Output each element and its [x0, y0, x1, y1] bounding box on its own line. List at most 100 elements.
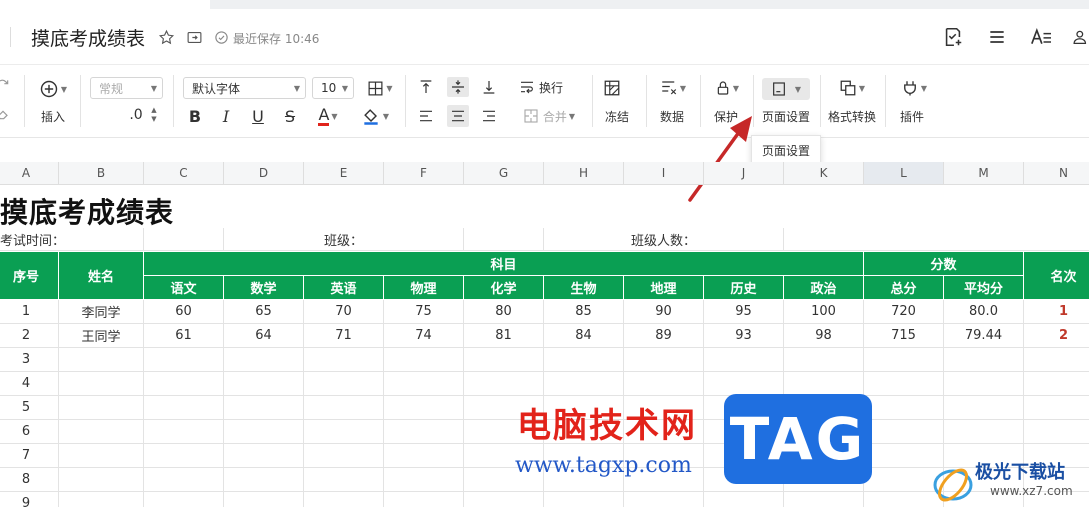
empty-cell[interactable]: [144, 468, 224, 492]
empty-cell[interactable]: [304, 420, 384, 444]
empty-cell[interactable]: [384, 372, 464, 396]
subject-header[interactable]: 生物: [544, 276, 624, 300]
cell[interactable]: [144, 228, 224, 251]
subject-header[interactable]: 语文: [144, 276, 224, 300]
empty-cell[interactable]: [144, 420, 224, 444]
subject-header[interactable]: 数学: [224, 276, 304, 300]
column-header-m[interactable]: M: [944, 162, 1024, 185]
empty-cell[interactable]: [304, 444, 384, 468]
score-cell[interactable]: 90: [624, 300, 704, 324]
empty-cell[interactable]: [624, 348, 704, 372]
borders-button[interactable]: ▼: [363, 77, 397, 99]
score-cell[interactable]: 71: [304, 324, 384, 348]
empty-cell[interactable]: [784, 348, 864, 372]
italic-button[interactable]: I: [216, 105, 236, 127]
align-right-button[interactable]: [479, 105, 499, 127]
underline-button[interactable]: U: [248, 105, 268, 127]
row-no[interactable]: 5: [0, 396, 59, 420]
row-no[interactable]: 4: [0, 372, 59, 396]
sheet-title[interactable]: 摸底考成绩表: [0, 191, 174, 231]
empty-cell[interactable]: [784, 372, 864, 396]
score-cell[interactable]: 100: [784, 300, 864, 324]
empty-cell[interactable]: [59, 420, 144, 444]
number-format-select[interactable]: 常规 ▼: [90, 77, 163, 99]
eraser-icon[interactable]: [0, 105, 12, 123]
empty-cell[interactable]: [59, 348, 144, 372]
score-cell[interactable]: 61: [144, 324, 224, 348]
column-header-f[interactable]: F: [384, 162, 464, 185]
score-cell[interactable]: 80: [464, 300, 544, 324]
total-score[interactable]: 720: [864, 300, 944, 324]
row-no[interactable]: 8: [0, 468, 59, 492]
score-header[interactable]: 平均分: [944, 276, 1024, 300]
score-cell[interactable]: 98: [784, 324, 864, 348]
header-no[interactable]: 序号: [0, 252, 59, 300]
rank-cell[interactable]: 2: [1024, 324, 1089, 348]
class-label[interactable]: 班级：: [224, 228, 464, 251]
subject-header[interactable]: 历史: [704, 276, 784, 300]
score-cell[interactable]: 89: [624, 324, 704, 348]
empty-cell[interactable]: [624, 492, 704, 507]
empty-cell[interactable]: [144, 348, 224, 372]
column-header-a[interactable]: A: [0, 162, 59, 185]
font-family-select[interactable]: 默认字体 ▼: [183, 77, 306, 99]
empty-cell[interactable]: [544, 492, 624, 507]
font-color-button[interactable]: A ▼: [312, 105, 344, 127]
column-header-k[interactable]: K: [784, 162, 864, 185]
column-header-b[interactable]: B: [59, 162, 144, 185]
empty-cell[interactable]: [544, 372, 624, 396]
empty-cell[interactable]: [944, 348, 1024, 372]
empty-cell[interactable]: [1024, 372, 1089, 396]
empty-cell[interactable]: [144, 444, 224, 468]
score-cell[interactable]: 75: [384, 300, 464, 324]
align-bottom-button[interactable]: [479, 77, 499, 97]
empty-cell[interactable]: [864, 372, 944, 396]
empty-cell[interactable]: [304, 348, 384, 372]
empty-cell[interactable]: [304, 396, 384, 420]
score-header[interactable]: 总分: [864, 276, 944, 300]
exam-time-label[interactable]: 考试时间：: [0, 228, 144, 251]
student-name[interactable]: 李同学: [59, 300, 144, 324]
wrap-text-button[interactable]: 换行: [516, 77, 566, 97]
merge-cells-button[interactable]: 合并 ▼: [516, 105, 582, 127]
empty-cell[interactable]: [704, 372, 784, 396]
empty-cell[interactable]: [1024, 348, 1089, 372]
edit-doc-icon[interactable]: [942, 26, 964, 48]
plugin-button[interactable]: ▼: [896, 78, 932, 98]
score-cell[interactable]: 64: [224, 324, 304, 348]
bold-button[interactable]: B: [185, 105, 205, 127]
empty-cell[interactable]: [384, 348, 464, 372]
empty-cell[interactable]: [704, 492, 784, 507]
empty-cell[interactable]: [224, 372, 304, 396]
empty-cell[interactable]: [59, 372, 144, 396]
row-no[interactable]: 7: [0, 444, 59, 468]
column-header-g[interactable]: G: [464, 162, 544, 185]
fill-color-button[interactable]: ▼: [355, 105, 395, 127]
column-header-l[interactable]: L: [864, 162, 944, 185]
column-header-i[interactable]: I: [624, 162, 704, 185]
score-cell[interactable]: 70: [304, 300, 384, 324]
empty-cell[interactable]: [304, 492, 384, 507]
empty-cell[interactable]: [59, 396, 144, 420]
score-cell[interactable]: 95: [704, 300, 784, 324]
cell[interactable]: [464, 228, 544, 251]
protect-button[interactable]: ▼: [709, 78, 745, 98]
average-score[interactable]: 79.44: [944, 324, 1024, 348]
subject-header[interactable]: 政治: [784, 276, 864, 300]
menu-icon[interactable]: [986, 26, 1008, 48]
star-icon[interactable]: [157, 28, 175, 46]
header-scores[interactable]: 分数: [864, 252, 1024, 276]
empty-cell[interactable]: [864, 420, 944, 444]
total-score[interactable]: 715: [864, 324, 944, 348]
header-subjects[interactable]: 科目: [144, 252, 864, 276]
empty-cell[interactable]: [144, 372, 224, 396]
strikethrough-button[interactable]: S: [280, 105, 300, 127]
empty-cell[interactable]: [1024, 420, 1089, 444]
empty-cell[interactable]: [59, 468, 144, 492]
page-setup-button[interactable]: ▼: [762, 78, 810, 100]
font-size-select[interactable]: 10 ▼: [312, 77, 354, 99]
column-header-h[interactable]: H: [544, 162, 624, 185]
empty-cell[interactable]: [1024, 396, 1089, 420]
empty-cell[interactable]: [864, 396, 944, 420]
row-no[interactable]: 1: [0, 300, 59, 324]
